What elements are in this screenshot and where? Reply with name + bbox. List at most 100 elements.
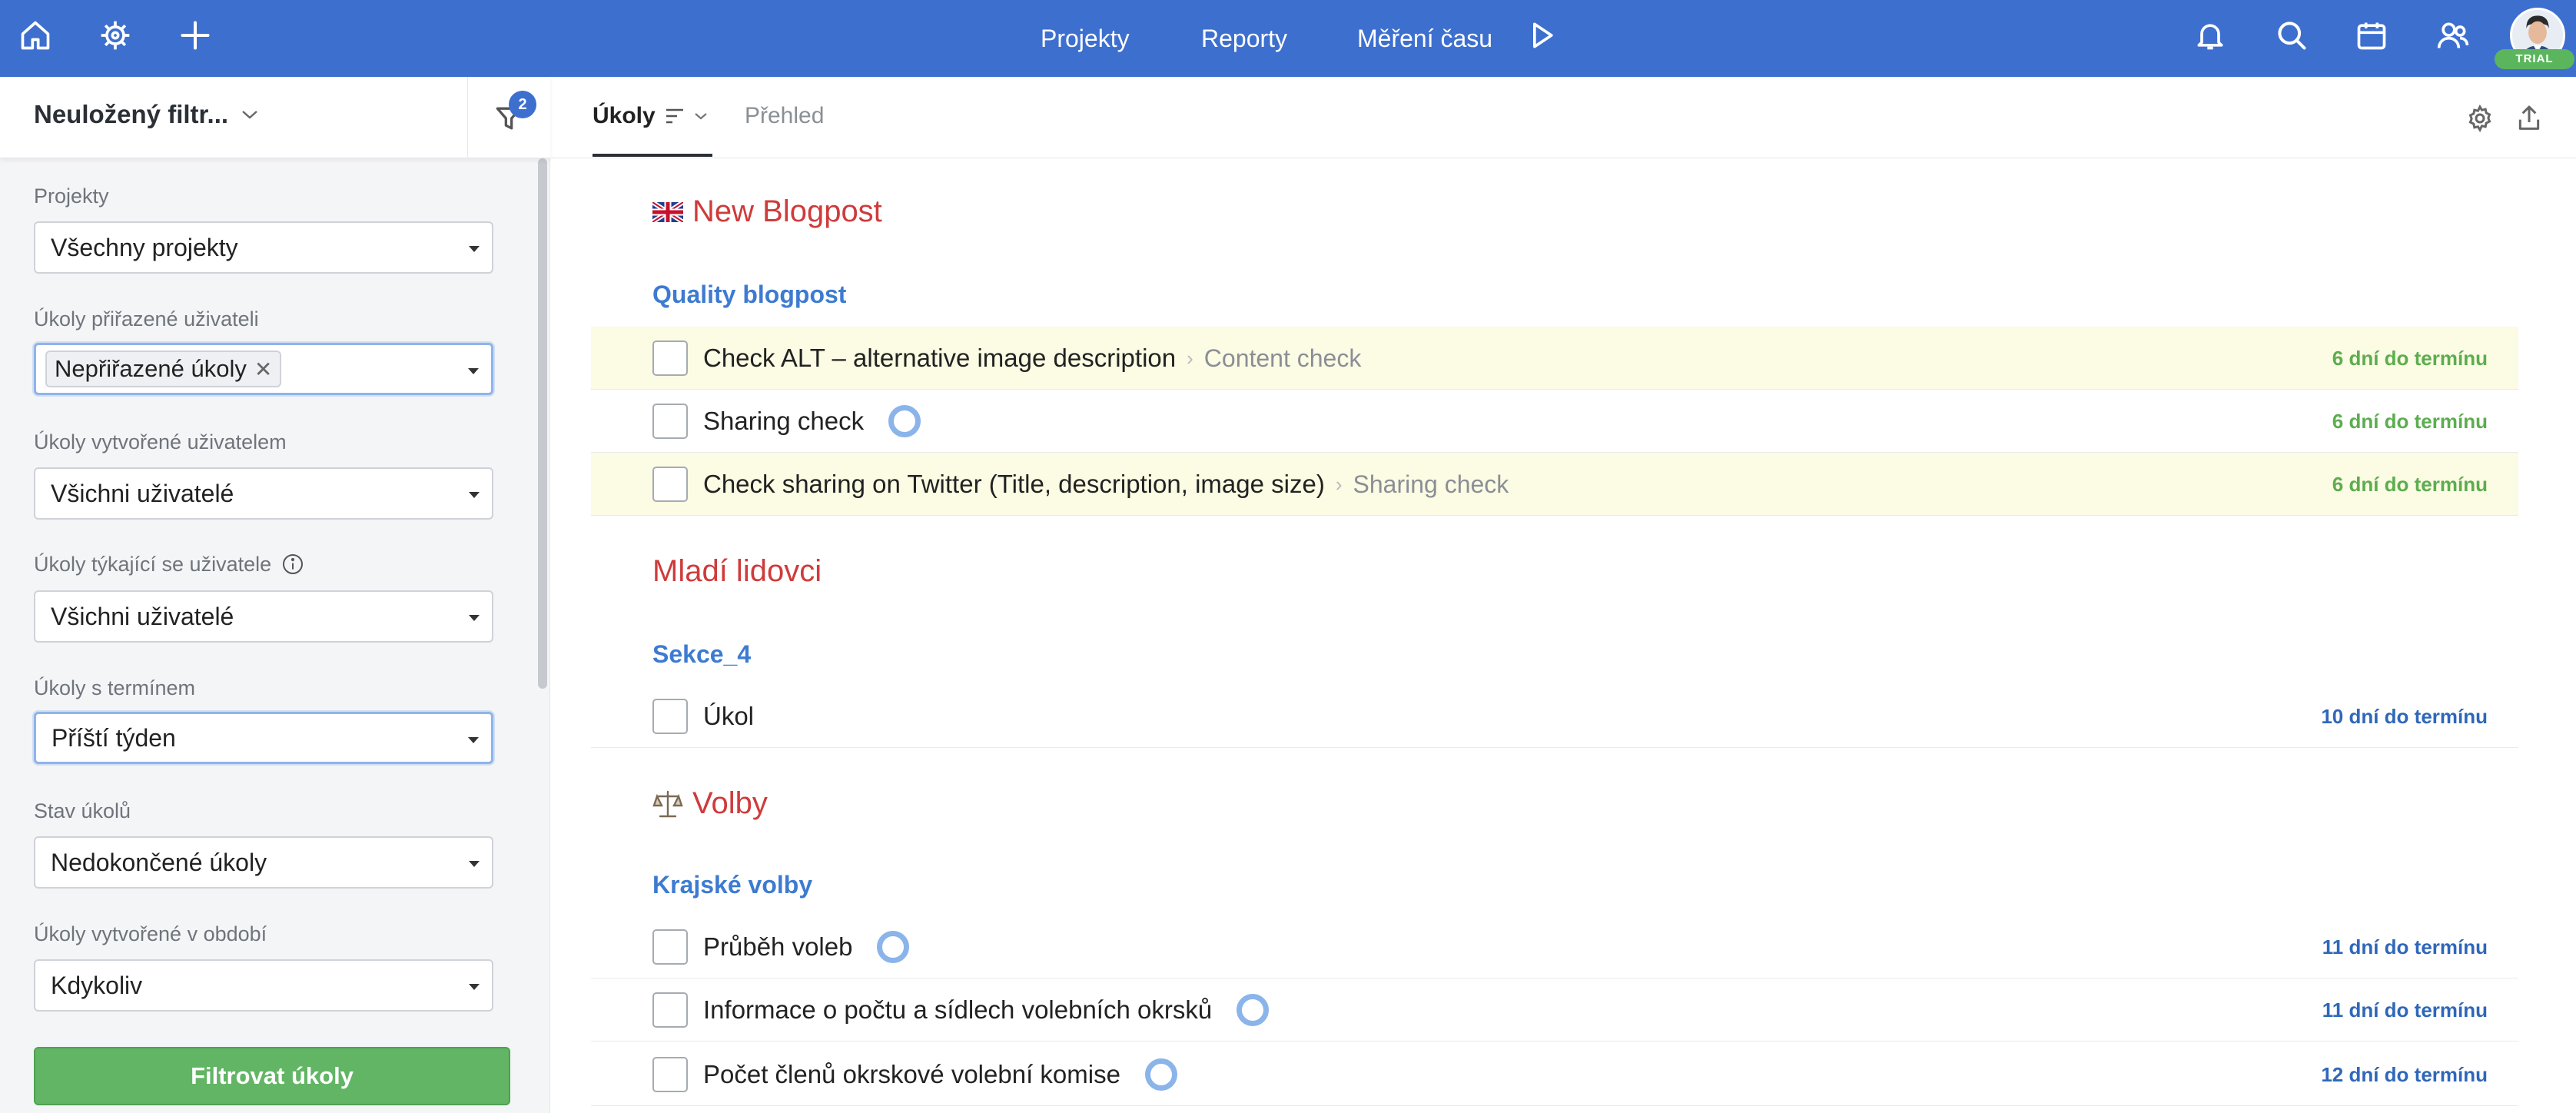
field-label-text: Úkoly týkající se uživatele [34, 552, 272, 576]
active-tab-indicator [593, 154, 712, 157]
section-title[interactable]: Krajské volby [652, 871, 812, 899]
task-row[interactable]: Check sharing on Twitter (Title, descrip… [591, 453, 2518, 516]
task-list: New Blogpost Quality blogpost Check ALT … [551, 159, 2576, 1113]
filter-name-label: Neuložený filtr... [34, 100, 229, 128]
search-icon[interactable] [2272, 15, 2312, 55]
project-name: New Blogpost [692, 194, 882, 228]
task-row[interactable]: Úkol 10 dní do termínu [591, 685, 2518, 748]
due-label: 11 dní do termínu [2322, 998, 2488, 1022]
tab-ukoly[interactable]: Úkoly [593, 103, 708, 129]
select-stav[interactable]: Nedokončené úkoly [34, 836, 493, 889]
caret-down-icon [469, 492, 480, 498]
caret-down-icon [469, 984, 480, 990]
section-title[interactable]: Sekce_4 [652, 640, 751, 669]
parent-task[interactable]: Content check [1204, 344, 1362, 373]
scales-icon [652, 790, 683, 817]
task-checkbox[interactable] [652, 1057, 688, 1092]
plus-icon[interactable] [175, 15, 215, 55]
remove-tag-icon[interactable]: ✕ [254, 357, 272, 382]
chevron-down-icon [242, 111, 257, 119]
subtask-progress-icon[interactable] [1144, 1058, 1177, 1091]
task-row[interactable]: Počet členů okrskové volební komise 12 d… [591, 1043, 2518, 1106]
task-row[interactable]: Sharing check 6 dní do termínu [591, 390, 2518, 453]
task-row[interactable]: Informace o počtu a sídlech volebních ok… [591, 978, 2518, 1042]
subtask-progress-icon[interactable] [1237, 994, 1270, 1026]
select-value: Příští týden [51, 723, 176, 752]
project-name: Volby [692, 786, 768, 820]
select-tykajici[interactable]: Všichni uživatelé [34, 590, 493, 643]
filter-name-dropdown[interactable]: Neuložený filtr... [34, 100, 259, 129]
filter-scrollbar[interactable] [535, 158, 550, 1113]
select-projekty[interactable]: Všechny projekty [34, 221, 493, 274]
task-title: Sharing check [703, 407, 865, 435]
task-title-area[interactable]: Průběh voleb [703, 915, 910, 978]
task-title: Průběh voleb [703, 932, 853, 961]
due-label: 11 dní do termínu [2322, 935, 2488, 959]
calendar-icon[interactable] [2352, 15, 2392, 55]
subtask-progress-icon[interactable] [877, 931, 910, 963]
project-name: Mladí lidovci [652, 554, 822, 588]
select-value: Kdykoliv [51, 971, 143, 999]
section-title[interactable]: Quality blogpost [652, 281, 846, 309]
task-checkbox[interactable] [652, 699, 688, 734]
field-label-obdobi: Úkoly vytvořené v období [34, 922, 267, 945]
chevron-down-icon[interactable] [694, 111, 708, 121]
subtask-progress-icon[interactable] [888, 405, 921, 437]
task-checkbox[interactable] [652, 929, 688, 965]
task-title-area[interactable]: Sharing check [703, 390, 921, 453]
select-value: Všichni uživatelé [51, 479, 234, 507]
task-row[interactable]: Průběh voleb 11 dní do termínu [591, 915, 2518, 978]
task-checkbox[interactable] [652, 467, 688, 502]
info-icon[interactable] [281, 552, 305, 576]
scrollbar-thumb[interactable] [538, 158, 547, 689]
field-label-prirazene: Úkoly přiřazené uživateli [34, 307, 259, 331]
export-icon[interactable] [2514, 103, 2544, 134]
select-obdobi[interactable]: Kdykoliv [34, 959, 493, 1012]
list-sort-icon[interactable] [665, 108, 685, 125]
bell-icon[interactable] [2190, 15, 2230, 55]
play-icon[interactable] [1522, 15, 1562, 55]
task-title-area[interactable]: Úkol [703, 685, 754, 748]
gear-icon[interactable] [2465, 103, 2495, 134]
nav-mereni-casu[interactable]: Měření času [1357, 0, 1492, 77]
task-title: Informace o počtu a sídlech volebních ok… [703, 995, 1213, 1024]
project-title[interactable]: New Blogpost [652, 194, 882, 229]
parent-task[interactable]: Sharing check [1353, 470, 1509, 499]
field-label-vytvorene: Úkoly vytvořené uživatelem [34, 430, 287, 454]
settings-wheel-icon[interactable] [95, 15, 135, 55]
filter-tasks-button[interactable]: Filtrovat úkoly [34, 1047, 510, 1105]
project-title[interactable]: Mladí lidovci [652, 554, 822, 589]
filter-count-badge: 2 [509, 91, 536, 118]
divider [467, 77, 468, 158]
nav-projekty[interactable]: Projekty [1041, 0, 1130, 77]
home-icon[interactable] [15, 15, 55, 55]
tab-prehled[interactable]: Přehled [745, 103, 824, 129]
caret-down-icon [469, 246, 480, 252]
tab-label: Úkoly [593, 103, 656, 128]
task-checkbox[interactable] [652, 341, 688, 376]
filter-header: Neuložený filtr... 2 [0, 77, 550, 158]
caret-down-icon [469, 615, 480, 621]
select-value: Všichni uživatelé [51, 602, 234, 630]
task-row[interactable]: Check ALT – alternative image descriptio… [591, 327, 2518, 390]
select-value: Nedokončené úkoly [51, 848, 267, 876]
task-title-area[interactable]: Check ALT – alternative image descriptio… [703, 327, 1361, 390]
field-label-projekty: Projekty [34, 184, 109, 208]
uk-flag-icon [652, 201, 683, 222]
selected-tag: Nepřiřazené úkoly ✕ [45, 351, 282, 387]
select-vytvorene[interactable]: Všichni uživatelé [34, 467, 493, 520]
due-label: 12 dní do termínu [2321, 1062, 2488, 1086]
tag-label: Nepřiřazené úkoly [55, 355, 247, 382]
users-icon[interactable] [2433, 15, 2473, 55]
task-checkbox[interactable] [652, 404, 688, 439]
task-checkbox[interactable] [652, 992, 688, 1028]
nav-reporty[interactable]: Reporty [1201, 0, 1287, 77]
select-prirazene[interactable]: Nepřiřazené úkoly ✕ [34, 343, 493, 395]
task-title: Check sharing on Twitter (Title, descrip… [703, 470, 1325, 498]
task-title-area[interactable]: Počet členů okrskové volební komise [703, 1043, 1177, 1106]
task-title-area[interactable]: Informace o počtu a sídlech volebních ok… [703, 978, 1270, 1042]
select-termin[interactable]: Příští týden [34, 712, 493, 764]
task-title-area[interactable]: Check sharing on Twitter (Title, descrip… [703, 453, 1509, 516]
project-title[interactable]: Volby [652, 786, 768, 821]
field-label-termin: Úkoly s termínem [34, 676, 196, 699]
